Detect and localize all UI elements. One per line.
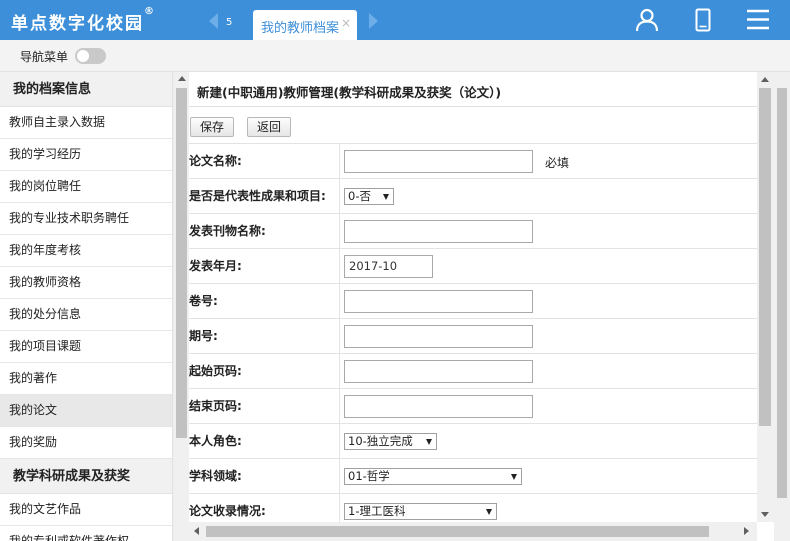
paper-name-input[interactable] — [344, 150, 533, 173]
form-row-indexing: 论文收录情况: 1-理工医科 — [189, 493, 757, 522]
sidebar-item-title-appointment[interactable]: 我的专业技术职务聘任 — [0, 203, 172, 235]
top-header: 单点数字化校园® 5 我的教师档案 × — [0, 0, 790, 40]
tab-scroll-right-icon[interactable] — [369, 13, 378, 29]
tab-my-teacher-archive[interactable]: 我的教师档案 × — [253, 10, 357, 40]
sidebar-item-patents[interactable]: 我的专利或软件著作权 — [0, 526, 172, 541]
sidebar-section-archive[interactable]: 我的档案信息 — [0, 72, 172, 107]
tab-close-icon[interactable]: × — [341, 16, 351, 30]
select-value: 01-哲学 — [348, 469, 390, 483]
divider — [189, 106, 757, 107]
scroll-up-icon[interactable] — [761, 77, 769, 82]
sidebar-item-awards[interactable]: 我的奖励 — [0, 427, 172, 459]
mobile-icon[interactable] — [690, 8, 716, 32]
field-label: 是否是代表性成果和项目: — [189, 179, 340, 213]
form-row-volume: 卷号: — [189, 283, 757, 318]
sidebar: 我的档案信息 教师自主录入数据 我的学习经历 我的岗位聘任 我的专业技术职务聘任… — [0, 72, 172, 541]
form-row-representative: 是否是代表性成果和项目: 0-否 — [189, 178, 757, 213]
form-row-publish-date: 发表年月: 2017-10 — [189, 248, 757, 283]
tab-label: 我的教师档案 — [261, 21, 340, 36]
field-label: 本人角色: — [189, 424, 340, 458]
field-label: 期号: — [189, 319, 340, 353]
sidebar-item-art-works[interactable]: 我的文艺作品 — [0, 494, 172, 526]
logo-text: 单点数字化校园 — [11, 14, 144, 34]
menu-icon[interactable] — [745, 8, 771, 32]
registered-mark: ® — [144, 6, 156, 18]
sidebar-item-papers[interactable]: 我的论文 — [0, 395, 172, 427]
field-label: 发表刊物名称: — [189, 214, 340, 248]
scroll-right-icon[interactable] — [744, 527, 749, 535]
nav-menu-label: 导航菜单 — [20, 50, 69, 64]
end-page-input[interactable] — [344, 395, 533, 418]
sidebar-item-books[interactable]: 我的著作 — [0, 363, 172, 395]
content-vertical-scrollbar[interactable] — [757, 72, 774, 522]
field-label: 结束页码: — [189, 389, 340, 423]
field-label: 论文名称: — [189, 144, 340, 178]
form-row-paper-name: 论文名称: 必填 — [189, 143, 757, 178]
form-row-issue: 期号: — [189, 318, 757, 353]
sidebar-scrollbar[interactable] — [172, 72, 189, 541]
scroll-up-icon[interactable] — [178, 76, 186, 81]
page-title: 新建(中职通用)教师管理(教学科研成果及获奖（论文）) — [197, 85, 502, 100]
scroll-left-icon[interactable] — [194, 527, 199, 535]
main-frame: 新建(中职通用)教师管理(教学科研成果及获奖（论文）) 保存 返回 论文名称: … — [189, 72, 757, 522]
field-label: 起始页码: — [189, 354, 340, 388]
issue-input[interactable] — [344, 325, 533, 348]
tab-ghost-label[interactable]: 5 — [226, 17, 232, 28]
save-button[interactable]: 保存 — [190, 117, 235, 137]
form-row-discipline: 学科领域: 01-哲学 — [189, 458, 757, 493]
user-icon[interactable] — [634, 8, 660, 32]
dropdown-caret-icon — [486, 509, 492, 515]
select-value: 10-独立完成 — [348, 434, 413, 448]
sidebar-item-projects[interactable]: 我的项目课题 — [0, 331, 172, 363]
page-vertical-scrollbar[interactable] — [774, 72, 790, 541]
scrollbar-thumb[interactable] — [206, 526, 709, 537]
scrollbar-thumb[interactable] — [759, 88, 771, 426]
role-select[interactable]: 10-独立完成 — [344, 433, 437, 450]
start-page-input[interactable] — [344, 360, 533, 383]
sidebar-item-education[interactable]: 我的学习经历 — [0, 139, 172, 171]
discipline-select[interactable]: 01-哲学 — [344, 468, 522, 485]
form-row-end-page: 结束页码: — [189, 388, 757, 423]
field-label: 卷号: — [189, 284, 340, 318]
journal-name-input[interactable] — [344, 220, 533, 243]
toggle-knob — [77, 50, 89, 62]
paper-form: 论文名称: 必填 是否是代表性成果和项目: 0-否 发表刊物名称: 发表年月: … — [189, 143, 757, 522]
app-logo: 单点数字化校园® — [11, 6, 156, 34]
field-label: 学科领域: — [189, 459, 340, 493]
sidebar-item-annual-review[interactable]: 我的年度考核 — [0, 235, 172, 267]
indexing-select[interactable]: 1-理工医科 — [344, 503, 497, 520]
select-value: 1-理工医科 — [348, 504, 406, 518]
nav-toggle-bar: 导航菜单 — [0, 40, 790, 72]
back-button[interactable]: 返回 — [247, 117, 292, 137]
scrollbar-thumb[interactable] — [777, 88, 787, 498]
sidebar-item-post-appointment[interactable]: 我的岗位聘任 — [0, 171, 172, 203]
nav-menu-toggle[interactable] — [75, 48, 106, 64]
dropdown-caret-icon — [383, 194, 389, 200]
required-note: 必填 — [545, 156, 570, 170]
content-horizontal-scrollbar[interactable] — [189, 522, 757, 541]
sidebar-section-research[interactable]: 教学科研成果及获奖 — [0, 459, 172, 494]
dropdown-caret-icon — [426, 439, 432, 445]
form-row-role: 本人角色: 10-独立完成 — [189, 423, 757, 458]
field-label: 论文收录情况: — [189, 494, 340, 522]
publish-date-input[interactable]: 2017-10 — [344, 255, 433, 278]
scroll-down-icon[interactable] — [761, 512, 769, 517]
representative-select[interactable]: 0-否 — [344, 188, 394, 205]
form-row-journal: 发表刊物名称: — [189, 213, 757, 248]
select-value: 0-否 — [348, 189, 371, 203]
sidebar-item-disciplinary[interactable]: 我的处分信息 — [0, 299, 172, 331]
tab-scroll-left-icon[interactable] — [209, 13, 218, 29]
dropdown-caret-icon — [511, 474, 517, 480]
field-label: 发表年月: — [189, 249, 340, 283]
sidebar-item-teacher-qualification[interactable]: 我的教师资格 — [0, 267, 172, 299]
form-row-start-page: 起始页码: — [189, 353, 757, 388]
volume-input[interactable] — [344, 290, 533, 313]
sidebar-item-self-entry[interactable]: 教师自主录入数据 — [0, 107, 172, 139]
scrollbar-thumb[interactable] — [176, 88, 187, 438]
